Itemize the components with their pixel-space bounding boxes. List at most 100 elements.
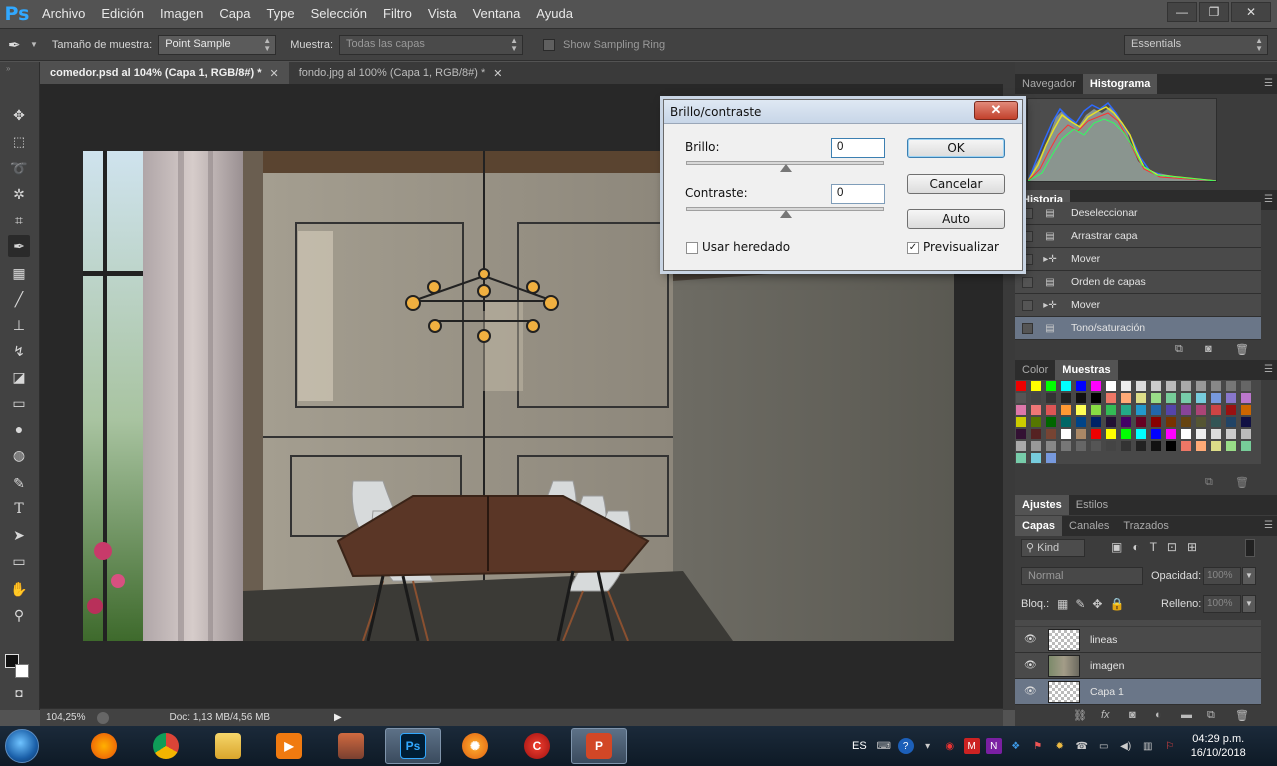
menu-edicion[interactable]: Edición <box>93 0 152 28</box>
layer-row[interactable]: 👁 imagen <box>1015 653 1261 679</box>
magic-wand-tool-icon[interactable]: ✲ <box>8 183 30 205</box>
color-swatch[interactable] <box>1061 381 1071 391</box>
color-swatch[interactable] <box>1091 429 1101 439</box>
color-swatch[interactable] <box>1226 381 1236 391</box>
color-swatch[interactable] <box>1151 393 1161 403</box>
color-swatch[interactable] <box>1031 381 1041 391</box>
gradient-tool-icon[interactable]: ▭ <box>8 392 30 414</box>
color-swatch[interactable] <box>1046 381 1056 391</box>
color-swatch[interactable] <box>1196 393 1206 403</box>
zoom-tool-icon[interactable]: ⚲ <box>8 604 30 626</box>
onenote-icon[interactable]: N <box>985 738 1002 754</box>
color-swatch[interactable] <box>1121 429 1131 439</box>
chevron-down-icon[interactable]: ▾ <box>920 738 936 754</box>
taskbar-explorer[interactable] <box>200 728 256 764</box>
color-swatch[interactable] <box>1226 441 1236 451</box>
menu-type[interactable]: Type <box>258 0 302 28</box>
color-swatch[interactable] <box>1106 441 1116 451</box>
new-swatch-icon[interactable]: ⧉ <box>1205 476 1213 489</box>
color-swatch[interactable] <box>1151 417 1161 427</box>
color-swatch[interactable] <box>1061 417 1071 427</box>
tab-channels[interactable]: Canales <box>1062 516 1116 536</box>
color-swatch[interactable] <box>1181 381 1191 391</box>
color-swatch[interactable] <box>1076 441 1086 451</box>
rectangle-tool-icon[interactable]: ▭ <box>8 550 30 572</box>
menu-ventana[interactable]: Ventana <box>465 0 529 28</box>
swatches-grid[interactable] <box>1015 380 1261 464</box>
trash-icon[interactable]: 🗑 <box>1235 709 1249 722</box>
color-swatch[interactable] <box>1166 441 1176 451</box>
eyedropper-tool-icon[interactable]: ✒ <box>8 235 30 257</box>
app-tray-icon[interactable]: ◉ <box>942 738 958 754</box>
color-swatch[interactable] <box>1241 417 1251 427</box>
color-swatch[interactable] <box>1241 441 1251 451</box>
color-swatch[interactable] <box>1196 417 1206 427</box>
history-item[interactable]: ▸✛ Mover <box>1015 294 1261 317</box>
action-center-icon[interactable]: ⚐ <box>1162 738 1178 754</box>
color-swatch[interactable] <box>1136 417 1146 427</box>
color-swatch[interactable] <box>1181 429 1191 439</box>
color-swatch[interactable] <box>1181 417 1191 427</box>
blur-tool-icon[interactable]: ● <box>8 418 30 440</box>
history-item[interactable]: ▤ Arrastrar capa <box>1015 225 1261 248</box>
chevron-down-icon[interactable]: ▼ <box>1242 567 1256 585</box>
color-swatch[interactable] <box>1106 429 1116 439</box>
color-swatch[interactable] <box>1106 417 1116 427</box>
auto-button[interactable]: Auto <box>907 209 1005 229</box>
screen-icon[interactable]: ▭ <box>1096 738 1112 754</box>
menu-ayuda[interactable]: Ayuda <box>528 0 581 28</box>
color-swatch[interactable] <box>1136 429 1146 439</box>
brush-tool-icon[interactable]: ╱ <box>8 288 30 310</box>
color-swatch[interactable] <box>1061 393 1071 403</box>
tab-layers[interactable]: Capas <box>1015 516 1063 536</box>
opacity-input[interactable]: 100% <box>1203 567 1241 585</box>
color-swatch[interactable] <box>1016 453 1026 463</box>
help-icon[interactable]: ? <box>897 738 914 754</box>
color-swatch[interactable] <box>1241 429 1251 439</box>
fx-icon[interactable]: fx <box>1101 709 1110 721</box>
color-swatch[interactable] <box>1151 429 1161 439</box>
menu-archivo[interactable]: Archivo <box>34 0 93 28</box>
color-swatch[interactable] <box>1046 393 1056 403</box>
chevron-down-icon[interactable]: ▼ <box>30 40 38 49</box>
panel-menu-icon[interactable]: ☰ <box>1264 364 1273 375</box>
color-swatch[interactable] <box>1151 381 1161 391</box>
color-swatch[interactable] <box>1166 405 1176 415</box>
dialog-close-button[interactable]: ✕ <box>974 101 1018 120</box>
tab-paths[interactable]: Trazados <box>1116 516 1175 536</box>
taskbar-app[interactable]: ✺ <box>447 728 503 764</box>
eye-icon[interactable]: 👁 <box>1024 686 1038 697</box>
history-brush-tool-icon[interactable]: ↯ <box>8 340 30 362</box>
history-brush-checkbox[interactable] <box>1022 230 1033 242</box>
eyedropper-tool-preset-icon[interactable]: ✒ <box>8 36 30 54</box>
eye-icon[interactable]: 👁 <box>1024 660 1038 671</box>
brightness-input[interactable]: 0 <box>831 138 885 158</box>
history-item[interactable]: ▸✛ Mover <box>1015 248 1261 271</box>
trash-icon[interactable]: 🗑 <box>1235 476 1249 489</box>
color-swatch[interactable] <box>1226 417 1236 427</box>
color-swatch[interactable] <box>1121 441 1131 451</box>
collapse-icon[interactable]: » <box>6 64 10 73</box>
tab-color[interactable]: Color <box>1015 360 1055 380</box>
keyboard-icon[interactable]: ⌨ <box>876 738 892 754</box>
color-swatch[interactable] <box>1166 429 1176 439</box>
eye-icon[interactable]: 👁 <box>1024 634 1038 645</box>
close-icon[interactable]: ✕ <box>270 67 279 80</box>
tray-app-icon[interactable]: ✹ <box>1052 738 1068 754</box>
start-button[interactable] <box>0 727 44 765</box>
color-swatch[interactable] <box>1181 441 1191 451</box>
layer-row[interactable]: 👁 lineas <box>1015 627 1261 653</box>
chevron-down-icon[interactable]: ▼ <box>1242 595 1256 613</box>
sample-layers-select[interactable]: Todas las capas ▲ ▼ <box>339 34 523 55</box>
color-swatch[interactable] <box>1091 393 1101 403</box>
color-swatch[interactable] <box>1166 417 1176 427</box>
color-swatch[interactable] <box>1076 429 1086 439</box>
color-swatch[interactable] <box>1016 405 1026 415</box>
color-swatch[interactable] <box>1046 417 1056 427</box>
panel-menu-icon[interactable]: ☰ <box>1264 520 1273 531</box>
color-swatch[interactable] <box>1136 441 1146 451</box>
crop-tool-icon[interactable]: ⌗ <box>8 209 30 231</box>
color-swatch[interactable] <box>1046 441 1056 451</box>
color-swatch[interactable] <box>1016 417 1026 427</box>
status-info-icon[interactable] <box>97 711 110 724</box>
